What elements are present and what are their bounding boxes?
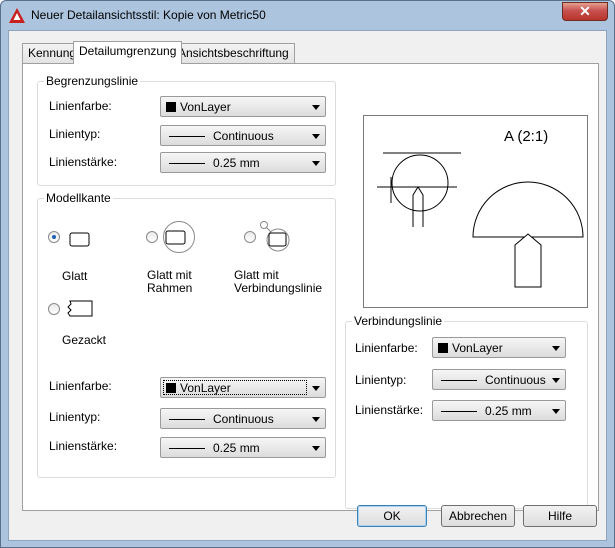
preview-view-label: A (2:1) [504,128,549,145]
select-value: Continuous [213,129,274,143]
model-edge-weight-select[interactable]: 0.25 mm [160,437,326,458]
chevron-down-icon [312,386,320,391]
window-title: Neuer Detailansichtsstil: Kopie von Metr… [31,8,266,22]
smooth-label: Glatt [62,269,88,283]
smooth-with-connection-icon [260,221,290,252]
jagged-edge-icon [67,300,93,317]
autocad-app-icon [9,8,25,23]
chevron-down-icon [552,378,560,383]
group-title: Begrenzungslinie [44,74,141,88]
color-swatch [438,343,448,353]
group-title: Modellkante [44,191,113,205]
connection-type-select[interactable]: Continuous [432,369,566,390]
title-bar[interactable]: Neuer Detailansichtsstil: Kopie von Metr… [1,1,614,29]
smooth-with-connection-label: Glatt mit Verbindungslinie [234,268,323,295]
connection-color-select[interactable]: VonLayer [432,337,566,358]
detail-preview: A (2:1) [363,115,588,308]
tab-label: Detailumgrenzung [79,44,177,58]
select-value: VonLayer [180,381,231,395]
connection-weight-label: Linienstärke: [355,403,424,417]
radio-selected-dot [52,235,56,239]
select-value: 0.25 mm [213,441,260,455]
chevron-down-icon [552,409,560,414]
connection-type-label: Linientyp: [355,373,407,387]
tab-detailumgrenzung[interactable]: Detailumgrenzung [73,41,183,64]
chevron-down-icon [312,417,320,422]
chevron-down-icon [312,134,320,139]
connection-color-label: Linienfarbe: [355,341,418,355]
lineweight-sample [169,448,205,449]
boundary-weight-select[interactable]: 0.25 mm [160,152,326,173]
select-value: 0.25 mm [213,156,260,170]
label-text: Glatt mit Verbindungslinie [234,268,323,295]
smooth-with-border-label: Glatt mit Rahmen [147,269,209,295]
tab-label: Ansichtsbeschriftung [178,46,289,60]
boundary-weight-label: Linienstärke: [49,155,118,169]
jagged-label: Gezackt [62,333,107,347]
lineweight-sample [441,411,477,412]
linetype-sample [441,380,477,381]
dialog-client-area: Kennung Detailumgrenzung Ansichtsbeschri… [8,30,607,541]
select-value: VonLayer [180,100,231,114]
tab-ansichtsbeschriftung[interactable]: Ansichtsbeschriftung [172,43,295,63]
smooth-with-border-icon [163,221,195,253]
select-value: Continuous [485,373,546,387]
linetype-sample [169,419,205,420]
boundary-type-select[interactable]: Continuous [160,125,326,146]
radio-smooth-with-border[interactable] [146,231,158,243]
select-value: VonLayer [452,341,503,355]
detail-preview-drawing [377,152,584,288]
model-edge-color-select[interactable]: VonLayer [160,377,326,398]
dialog-window: Neuer Detailansichtsstil: Kopie von Metr… [0,0,615,548]
radio-smooth[interactable] [48,231,60,243]
help-button[interactable]: Hilfe [523,505,597,527]
close-button[interactable]: ✕ [562,2,608,21]
smooth-edge-icon [69,232,90,247]
boundary-color-label: Linienfarbe: [49,99,112,113]
connection-line-group: Verbindungslinie Linienfarbe: VonLayer L… [345,314,588,509]
lineweight-sample [169,163,205,164]
select-value: 0.25 mm [485,404,532,418]
ok-button[interactable]: OK [357,505,427,527]
tab-label: Kennung [28,46,77,60]
boundary-color-select[interactable]: VonLayer [160,96,326,117]
color-swatch [166,383,176,393]
radio-smooth-with-connection[interactable] [244,231,256,243]
model-edge-type-label: Linientyp: [49,410,101,424]
connection-weight-select[interactable]: 0.25 mm [432,400,566,421]
label-text: Glatt mit Rahmen [147,268,193,295]
group-title: Verbindungslinie [352,314,445,328]
radio-jagged[interactable] [48,303,60,315]
chevron-down-icon [552,346,560,351]
color-swatch [166,102,176,112]
linetype-sample [169,136,205,137]
model-edge-type-select[interactable]: Continuous [160,408,326,429]
boundary-type-label: Linientyp: [49,127,101,141]
select-value: Continuous [213,412,274,426]
chevron-down-icon [312,105,320,110]
cancel-button[interactable]: Abbrechen [441,505,515,527]
model-edge-group: Modellkante Glatt Glatt mit Rahmen Glatt… [37,191,336,478]
model-edge-color-label: Linienfarbe: [49,379,112,393]
tab-panel-detailumgrenzung: Begrenzungslinie Linienfarbe: VonLayer L… [22,63,599,511]
boundary-line-group: Begrenzungslinie Linienfarbe: VonLayer L… [37,74,336,186]
chevron-down-icon [312,446,320,451]
chevron-down-icon [312,161,320,166]
model-edge-weight-label: Linienstärke: [49,439,118,453]
